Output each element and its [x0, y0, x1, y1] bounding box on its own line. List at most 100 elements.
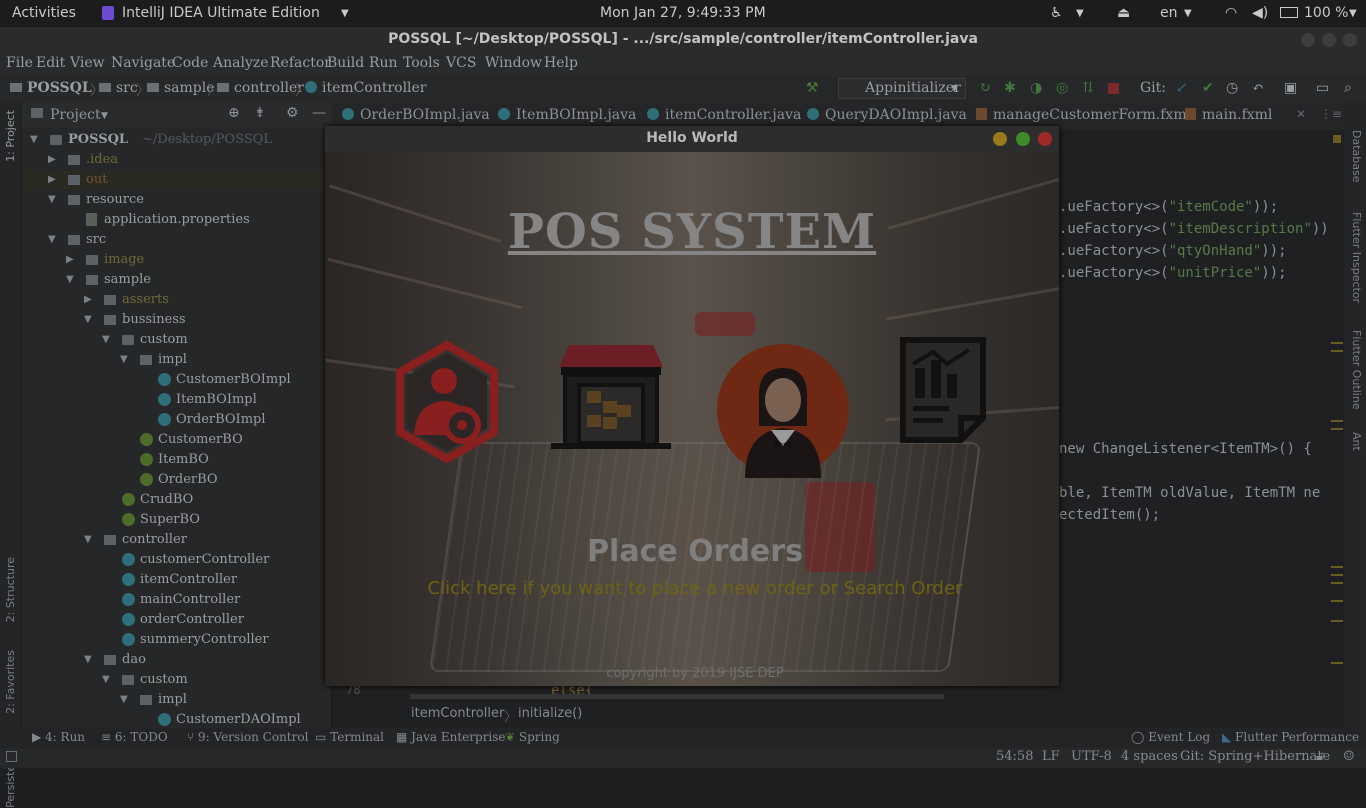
tool-flutter-performance[interactable]: ◣ Flutter Performance [1222, 730, 1359, 744]
menu-vcs[interactable]: VCS [446, 55, 476, 71]
collapse-arrow-icon[interactable]: ▶ [48, 154, 56, 165]
app-menu[interactable]: IntelliJ IDEA Ultimate Edition [122, 5, 320, 21]
tree-item[interactable]: SuperBO [22, 510, 332, 530]
tree-item[interactable]: ItemBO [22, 450, 332, 470]
error-stripe-marker[interactable] [1331, 662, 1343, 664]
network-share-icon[interactable]: ⏏ [1117, 5, 1130, 21]
tool-run[interactable]: ▶ 4: Run [32, 730, 85, 744]
expand-arrow-icon[interactable]: ▼ [66, 274, 74, 285]
volume-icon[interactable]: ◀) [1252, 5, 1268, 21]
tree-item[interactable]: mainController [22, 590, 332, 610]
menu-build[interactable]: Build [327, 55, 364, 71]
error-stripe-marker[interactable] [1331, 600, 1343, 602]
tree-item[interactable]: CustomerDAOImpl [22, 710, 332, 730]
expand-arrow-icon[interactable]: ▼ [30, 134, 38, 145]
nav-controller[interactable]: controller [217, 80, 304, 96]
tab-main-fxml[interactable]: main.fxml [1185, 107, 1272, 123]
project-structure-icon[interactable]: ▣ [1284, 80, 1297, 96]
caret-position[interactable]: 54:58 [996, 749, 1033, 764]
activities-button[interactable]: Activities [12, 5, 76, 21]
tree-item[interactable]: itemController [22, 570, 332, 590]
git-branch[interactable]: Git: Spring+Hibernate [1180, 749, 1330, 764]
tree-item[interactable]: CrudBO [22, 490, 332, 510]
menu-tools[interactable]: Tools [403, 55, 440, 71]
expand-arrow-icon[interactable]: ▼ [84, 654, 92, 665]
tool-window-structure[interactable]: 2: Structure [4, 557, 17, 622]
error-stripe-marker[interactable] [1331, 428, 1343, 430]
nav-src[interactable]: src [99, 80, 138, 96]
tree-item[interactable]: ▼ resource [22, 190, 332, 210]
dialog-close-button[interactable] [1038, 132, 1052, 146]
tool-java-enterprise[interactable]: ▦ Java Enterprise [396, 730, 506, 744]
tree-item[interactable]: orderController [22, 610, 332, 630]
rerun-icon[interactable]: ↻ [979, 80, 991, 96]
close-tab-icon[interactable]: ✕ [1296, 107, 1306, 121]
tree-item[interactable]: application.properties [22, 210, 332, 230]
minimize-window-button[interactable] [1301, 33, 1315, 47]
tool-window-flutter-outline[interactable]: Flutter Outline [1350, 330, 1363, 410]
reports-card[interactable] [895, 334, 1035, 474]
inspector-icon[interactable]: ☺︎ [1343, 749, 1355, 764]
menu-help[interactable]: Help [544, 55, 578, 71]
file-encoding[interactable]: UTF-8 [1071, 749, 1112, 764]
menu-view[interactable]: View [70, 55, 105, 71]
error-stripe-marker[interactable] [1331, 350, 1343, 352]
tree-item[interactable]: OrderBO [22, 470, 332, 490]
line-separator[interactable]: LF [1042, 749, 1060, 764]
tree-item[interactable]: ▼ impl [22, 350, 332, 370]
tree-item[interactable]: ▼ POSSQL ~/Desktop/POSSQL [22, 130, 332, 150]
tab-itemboimpl[interactable]: ItemBOImpl.java [498, 107, 636, 123]
tool-window-flutter-inspector[interactable]: Flutter Inspector [1350, 212, 1363, 303]
maximize-window-button[interactable] [1322, 33, 1336, 47]
coverage-icon[interactable]: ◑ [1030, 80, 1042, 96]
debug-icon[interactable]: ✱ [1004, 80, 1016, 96]
project-view-selector[interactable]: Project [50, 107, 101, 123]
tree-item[interactable]: ▶ out [22, 170, 332, 190]
error-stripe-marker[interactable] [1331, 582, 1343, 584]
profile-icon[interactable]: ◎ [1056, 80, 1068, 96]
layout-icon[interactable]: ▭ [1316, 80, 1329, 96]
tab-overflow-icon[interactable]: ⋮≡ [1320, 107, 1342, 121]
tab-managecustomerform[interactable]: manageCustomerForm.fxml [976, 107, 1191, 123]
search-everywhere-icon[interactable]: ⌕ [1344, 80, 1352, 96]
tool-window-database[interactable]: Database [1350, 130, 1363, 183]
attach-icon[interactable]: ⇅ [1082, 80, 1094, 96]
tree-item[interactable]: ▶ .idea [22, 150, 332, 170]
menu-run[interactable]: Run [369, 55, 398, 71]
indent-setting[interactable]: 4 spaces [1121, 749, 1178, 764]
expand-arrow-icon[interactable]: ▼ [84, 534, 92, 545]
tab-querydaoimpl[interactable]: QueryDAOImpl.java [807, 107, 967, 123]
tree-item[interactable]: CustomerBOImpl [22, 370, 332, 390]
gear-icon[interactable]: ⚙ [286, 105, 299, 121]
tab-orderboimpl[interactable]: OrderBOImpl.java [342, 107, 490, 123]
stop-icon[interactable] [1108, 83, 1119, 94]
expand-arrow-icon[interactable]: ▼ [120, 694, 128, 705]
tree-item[interactable]: ▼ controller [22, 530, 332, 550]
tool-spring[interactable]: ❦ Spring [505, 730, 560, 744]
run-config-dropdown[interactable]: Appinitializer [838, 78, 966, 99]
tool-event-log[interactable]: ◯ Event Log [1131, 730, 1210, 744]
tree-item[interactable]: ▼ sample [22, 270, 332, 290]
error-stripe-marker[interactable] [1331, 342, 1343, 344]
tool-todo[interactable]: ≡ 6: TODO [101, 730, 168, 744]
menu-refactor[interactable]: Refactor [270, 55, 331, 71]
tool-window-ant[interactable]: Ant [1350, 432, 1363, 451]
collapse-all-icon[interactable]: ⇟ [254, 105, 266, 121]
tree-item[interactable]: CustomerBO [22, 430, 332, 450]
tool-version-control[interactable]: ⑂ 9: Version Control [187, 730, 308, 744]
expand-arrow-icon[interactable]: ▼ [102, 674, 110, 685]
tree-item[interactable]: ▼ custom [22, 330, 332, 350]
tree-item[interactable]: ▼ custom [22, 670, 332, 690]
tree-item[interactable]: ▼ bussiness [22, 310, 332, 330]
hammer-build-icon[interactable]: ⚒ [806, 80, 819, 96]
error-stripe-marker[interactable] [1331, 566, 1343, 568]
git-commit-icon[interactable]: ✔ [1202, 80, 1214, 96]
clock[interactable]: Mon Jan 27, 9:49:33 PM [600, 5, 766, 21]
expand-arrow-icon[interactable]: ▼ [48, 194, 56, 205]
menu-file[interactable]: File [6, 55, 33, 71]
nav-itemcontroller[interactable]: itemController [305, 80, 427, 96]
git-history-icon[interactable]: ◷ [1226, 80, 1238, 96]
accessibility-icon[interactable]: ♿ [1050, 5, 1063, 21]
menu-edit[interactable]: Edit [36, 55, 65, 71]
locate-icon[interactable]: ⊕ [228, 105, 240, 121]
